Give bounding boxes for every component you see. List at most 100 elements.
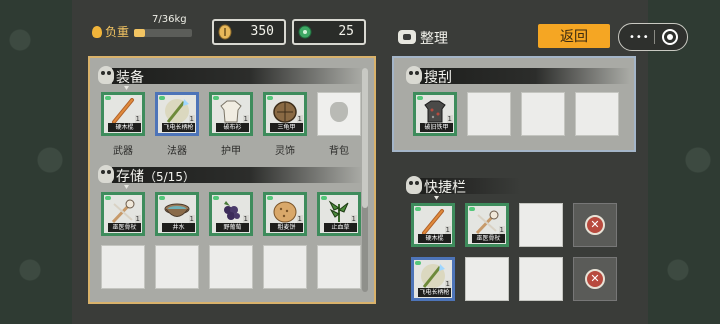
item-level: 1: [444, 226, 451, 234]
equip-slot-bag[interactable]: [317, 92, 361, 136]
slot-label-bag: 背包: [329, 146, 349, 157]
cloth-shirt-icon: [220, 100, 242, 123]
item-name: 巫医骨杖: [472, 234, 505, 243]
equipment-title: 装备: [116, 70, 144, 86]
item-name: 硬木棍: [108, 123, 141, 132]
item-name: 三龟甲: [270, 123, 303, 132]
item-name: 巫医骨杖: [108, 223, 141, 232]
scrollbar-thumb[interactable]: [362, 68, 368, 208]
quickbar-slot-empty[interactable]: [519, 203, 563, 247]
mask-icon: [98, 165, 114, 183]
bone-staff-icon: [111, 199, 135, 224]
search-slot[interactable]: 1 破旧铁甲: [413, 92, 457, 136]
item-level: 1: [134, 115, 141, 123]
storage-slot[interactable]: 1 粗麦饼: [263, 192, 307, 236]
weight-bar: [134, 29, 192, 37]
quickbar-slot-empty[interactable]: [465, 257, 509, 301]
item-level: 1: [242, 115, 249, 123]
weight-label: 负重: [105, 25, 130, 39]
item-name: 飞电长柄枪: [162, 123, 195, 132]
item-level: 1: [188, 115, 195, 123]
left-background: [0, 0, 72, 324]
storage-slot[interactable]: 1 野葡萄: [209, 192, 253, 236]
weight-value: 7/36kg: [152, 14, 187, 25]
item-level: 1: [242, 215, 249, 223]
item-name: 野葡萄: [216, 223, 249, 232]
spear-icon: [421, 264, 445, 288]
organize-icon: [398, 30, 416, 44]
storage-count: （5/15）: [144, 170, 195, 184]
storage-title-text: 存储: [116, 169, 144, 185]
more-icon[interactable]: •••: [629, 32, 650, 43]
gem-icon: [298, 25, 312, 39]
item-level: 1: [350, 215, 357, 223]
close-icon: ✕: [585, 215, 605, 235]
organize-label: 整理: [420, 31, 448, 47]
gem-value: 25: [338, 24, 354, 39]
storage-slot[interactable]: 1 巫医骨杖: [101, 192, 145, 236]
item-name: 飞电长柄枪: [418, 288, 451, 297]
slot-label-artifact: 法器: [167, 146, 187, 157]
item-level: 1: [446, 115, 453, 123]
item-name: 粗麦饼: [270, 223, 303, 232]
quickbar-slot-empty[interactable]: [519, 257, 563, 301]
inventory-scrollbar[interactable]: [362, 68, 368, 292]
storage-slot-empty[interactable]: [155, 245, 199, 289]
item-name: 井水: [162, 223, 195, 232]
storage-slot-empty[interactable]: [209, 245, 253, 289]
quickbar-slot-locked: ✕: [573, 257, 617, 301]
coin-counter: 350: [212, 19, 286, 45]
bone-staff-icon: [475, 210, 499, 235]
quickbar-slot[interactable]: 1 硬木棍: [411, 203, 455, 247]
quickbar-slot-locked: ✕: [573, 203, 617, 247]
storage-slot[interactable]: 1 止血草: [317, 192, 361, 236]
item-level: 1: [296, 215, 303, 223]
close-icon: ✕: [585, 269, 605, 289]
mini-program-capsule: •••: [618, 23, 688, 51]
mask-icon: [406, 176, 422, 194]
gem-counter: 25: [292, 19, 366, 45]
search-slot-empty[interactable]: [467, 92, 511, 136]
item-name: 破旧铁甲: [420, 123, 453, 132]
item-level: 1: [444, 280, 451, 288]
back-button[interactable]: 返回: [538, 24, 610, 48]
herb-icon: [328, 200, 349, 222]
item-name: 硬木棍: [418, 234, 451, 243]
storage-slot-empty[interactable]: [101, 245, 145, 289]
item-name: 破布衫: [216, 123, 249, 132]
weight-bag-icon: [92, 26, 102, 38]
quickbar-slot[interactable]: 1 飞电长柄枪: [411, 257, 455, 301]
mask-icon: [406, 66, 422, 84]
storage-slot-empty[interactable]: [317, 245, 361, 289]
quickbar-slot[interactable]: 1 巫医骨杖: [465, 203, 509, 247]
close-miniprogram-icon[interactable]: [662, 29, 678, 45]
equip-slot-weapon[interactable]: 1 硬木棍: [101, 92, 145, 136]
weight-indicator: 负重 7/36kg: [92, 14, 202, 44]
quickbar-title: 快捷栏: [424, 180, 466, 196]
turtle-shell-icon: [273, 101, 297, 123]
coin-icon: [218, 24, 232, 40]
equip-slot-armor[interactable]: 1 破布衫: [209, 92, 253, 136]
mask-icon: [98, 66, 114, 84]
item-level: 1: [134, 215, 141, 223]
search-slot-empty[interactable]: [575, 92, 619, 136]
storage-slot-empty[interactable]: [263, 245, 307, 289]
bowl-icon: [164, 203, 190, 217]
equip-slot-ornament[interactable]: 1 三龟甲: [263, 92, 307, 136]
equip-slot-artifact[interactable]: 1 飞电长柄枪: [155, 92, 199, 136]
item-level: 1: [498, 226, 505, 234]
capsule-divider: [654, 30, 655, 44]
search-slot-empty[interactable]: [521, 92, 565, 136]
spear-icon: [165, 99, 189, 123]
search-title: 搜刮: [424, 70, 452, 86]
storage-slot[interactable]: 1 井水: [155, 192, 199, 236]
weight-bar-fill: [134, 29, 146, 37]
wooden-stick-icon: [112, 98, 134, 124]
bread-icon: [273, 201, 297, 223]
item-level: 1: [296, 115, 303, 123]
item-level: 1: [188, 215, 195, 223]
header-brush-band: [112, 68, 362, 84]
slot-label-ornament: 灵饰: [275, 146, 295, 157]
slot-label-armor: 护甲: [221, 146, 241, 157]
iron-armor-icon: [424, 100, 446, 123]
